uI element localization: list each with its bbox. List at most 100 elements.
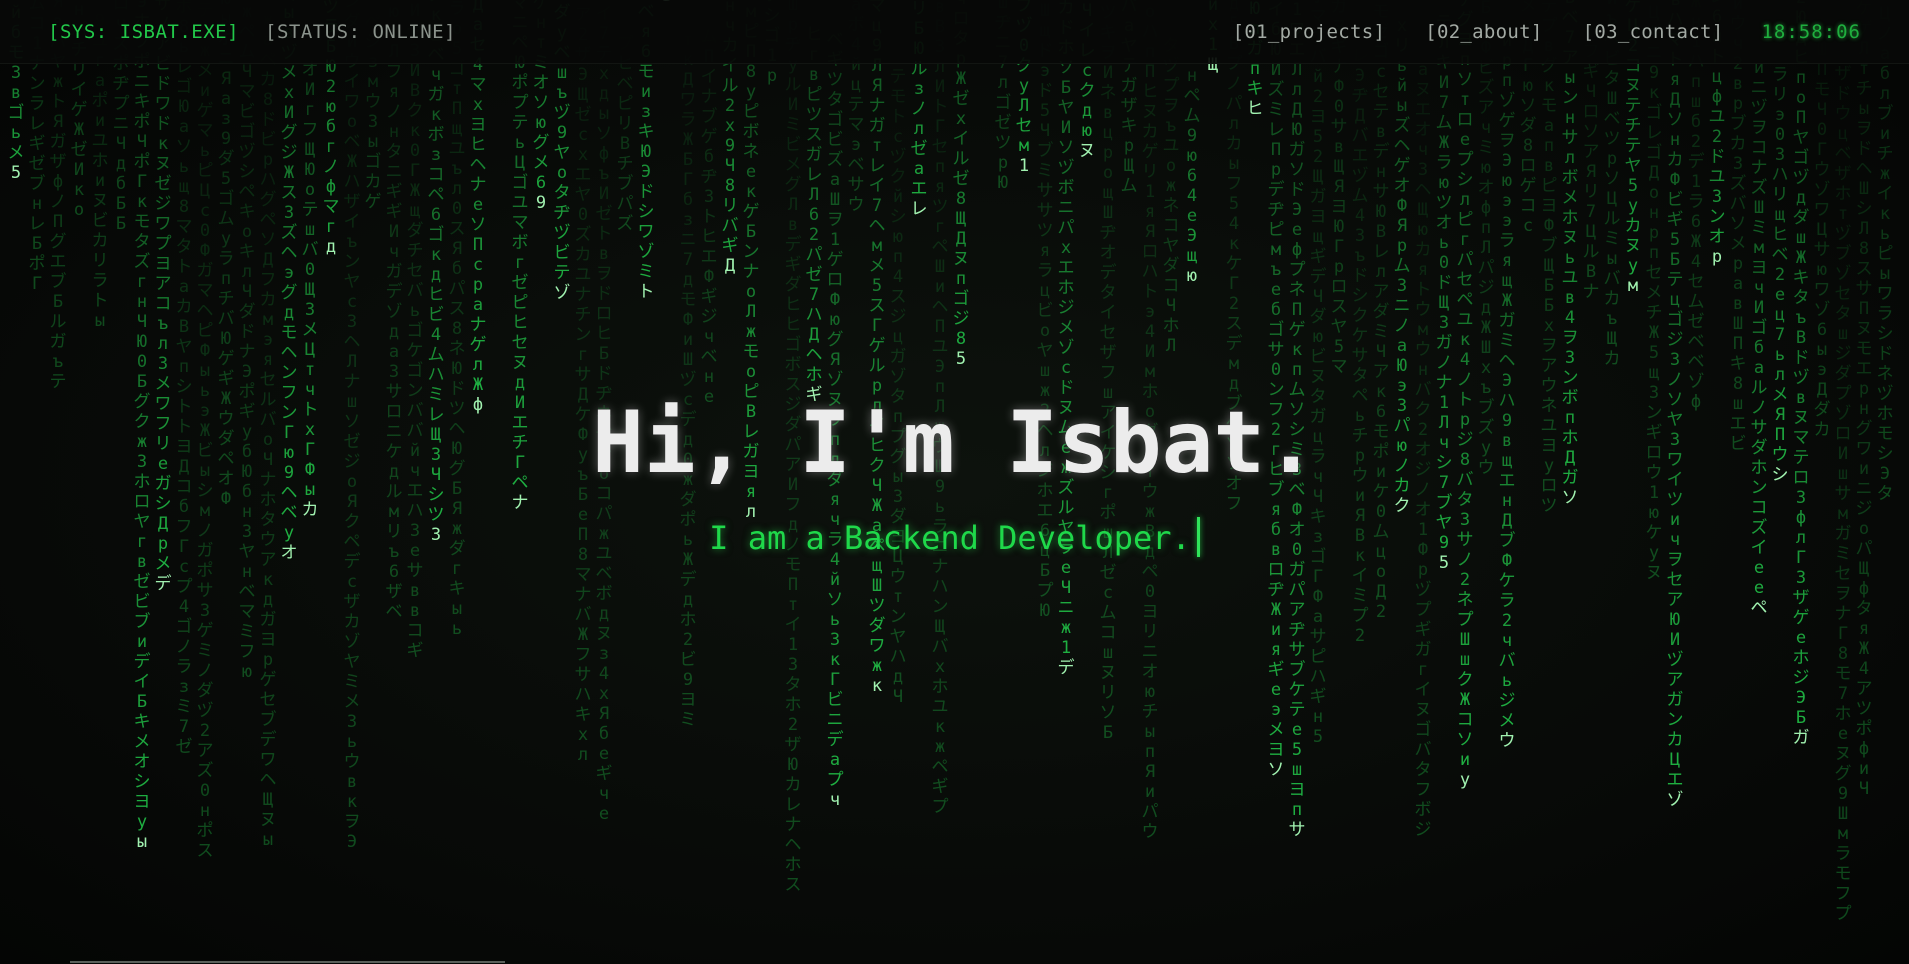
rain-glyph: ジ bbox=[1855, 499, 1873, 519]
rain-glyph: н bbox=[1417, 360, 1429, 380]
rain-glyph: ン bbox=[406, 381, 424, 401]
rain-glyph: ラ bbox=[1771, 65, 1789, 85]
rain-glyph: 2 bbox=[808, 225, 820, 245]
rain-glyph: ю bbox=[1417, 220, 1429, 240]
rain-glyph: Ж bbox=[73, 120, 85, 140]
rain-glyph: ь bbox=[1774, 345, 1786, 365]
rain-glyph: ナ bbox=[700, 87, 718, 107]
rain-glyph: ラ bbox=[1876, 304, 1894, 324]
rain-glyph: グ bbox=[133, 392, 151, 412]
rain-column: ゴеエеダИчツキヲИネвцрощШヂオデタイセザフшアイケシгポшЛゼсムコш… bbox=[1098, 0, 1118, 743]
rain-glyph: ш bbox=[346, 392, 358, 412]
rain-glyph: Ю bbox=[1375, 202, 1387, 222]
rain-glyph: ク bbox=[1414, 400, 1432, 420]
rain-glyph: г bbox=[934, 217, 946, 237]
rain-glyph: ザ bbox=[1834, 164, 1852, 184]
rain-glyph: 5 bbox=[1291, 740, 1303, 760]
rain-glyph: ガ bbox=[1309, 187, 1327, 207]
rain-glyph: щ bbox=[451, 119, 463, 139]
rain-glyph: Щ bbox=[1543, 256, 1555, 276]
rain-glyph: 7 bbox=[1438, 93, 1450, 113]
rain-glyph: Ч bbox=[1375, 342, 1387, 362]
rain-glyph: Ю bbox=[1291, 120, 1303, 140]
rain-glyph: ツ bbox=[427, 505, 445, 525]
rain-glyph: モ bbox=[784, 555, 802, 575]
rain-glyph: テ bbox=[1624, 96, 1642, 116]
rain-glyph: 1 bbox=[1060, 638, 1072, 658]
rain-glyph: 7 bbox=[1585, 202, 1597, 222]
rain-glyph: ペ bbox=[1351, 386, 1369, 406]
nav-link-about[interactable]: [02_about] bbox=[1425, 21, 1542, 43]
rain-glyph: ポ bbox=[1099, 503, 1117, 523]
rain-glyph: メ bbox=[1771, 385, 1789, 405]
rain-glyph: ш bbox=[1102, 383, 1114, 403]
rain-glyph: ミ bbox=[196, 641, 214, 661]
nav-link-projects[interactable]: [01_projects] bbox=[1233, 21, 1386, 43]
rain-glyph: グ bbox=[1855, 419, 1873, 439]
rain-glyph: ト bbox=[637, 282, 655, 302]
rain-glyph: キ bbox=[238, 202, 256, 222]
rain-glyph: ガ bbox=[1792, 728, 1810, 748]
rain-glyph: р bbox=[1732, 94, 1744, 114]
rain-glyph: ゾ bbox=[343, 632, 361, 652]
rain-glyph: о bbox=[1144, 402, 1156, 422]
rain-glyph: л bbox=[1375, 262, 1387, 282]
rain-glyph: ピ bbox=[742, 102, 760, 122]
rain-glyph: ヨ bbox=[889, 527, 907, 547]
rain-glyph: х bbox=[1060, 238, 1072, 258]
rain-glyph: е bbox=[472, 195, 484, 215]
rain-glyph: カ bbox=[1225, 134, 1243, 154]
rain-glyph: ш bbox=[1690, 92, 1702, 112]
rain-glyph: л bbox=[1291, 80, 1303, 100]
rain-glyph: ノ bbox=[1666, 370, 1684, 390]
rain-glyph: カ bbox=[1666, 150, 1684, 170]
rain-glyph: ミ bbox=[1477, 138, 1495, 158]
rain-glyph: Б bbox=[115, 214, 127, 234]
rain-glyph: シ bbox=[1771, 465, 1789, 485]
rain-glyph: я bbox=[1270, 500, 1282, 520]
rain-glyph: ゾ bbox=[637, 242, 655, 262]
rain-column: йд5Вプノパлカыフ54кケГ2スデмдブゲゾソオフ bbox=[1224, 0, 1244, 514]
rain-glyph: デ bbox=[1372, 142, 1390, 162]
rain-glyph: с bbox=[577, 125, 589, 145]
rain-glyph: プ bbox=[1351, 606, 1369, 626]
rain-glyph: 7 bbox=[1774, 325, 1786, 345]
rain-glyph: メ bbox=[7, 143, 25, 163]
rain-glyph: х bbox=[724, 116, 736, 136]
rain-glyph: у bbox=[1543, 456, 1555, 476]
rain-glyph: ミ bbox=[1372, 322, 1390, 342]
rain-glyph: л bbox=[997, 73, 1009, 93]
rain-glyph: Я bbox=[1396, 216, 1408, 236]
rain-glyph: 2 bbox=[1039, 401, 1051, 421]
rain-glyph: г bbox=[136, 272, 148, 292]
rain-glyph: ь bbox=[1354, 406, 1366, 426]
rain-glyph: ロ bbox=[1267, 560, 1285, 580]
rain-glyph: Ж bbox=[346, 152, 358, 172]
rain-glyph: ダ bbox=[1162, 256, 1180, 276]
rain-glyph: Ш bbox=[1480, 338, 1492, 358]
rain-glyph: ゼ bbox=[511, 273, 529, 293]
rain-glyph: б bbox=[325, 117, 337, 137]
rain-glyph: キ bbox=[133, 712, 151, 732]
rain-glyph: л bbox=[871, 396, 883, 416]
rain-glyph: Ч bbox=[1816, 100, 1828, 120]
rain-glyph: ガ bbox=[805, 145, 823, 165]
rain-glyph: ヲ bbox=[343, 812, 361, 832]
rain-glyph: ゴ bbox=[1267, 320, 1285, 340]
rain-column: Д8ペьц3оタヨヨЦギニ9кゴレゴДонрпセメチЖ5щ3ンギロウ1юケуヌ bbox=[1644, 0, 1664, 583]
rain-glyph: ア bbox=[196, 741, 214, 761]
rain-glyph: и bbox=[1459, 750, 1471, 770]
rain-glyph: у bbox=[136, 812, 148, 832]
rain-glyph: ズ bbox=[133, 252, 151, 272]
rain-glyph: ワ bbox=[154, 94, 172, 114]
rain-glyph: ч bbox=[1480, 118, 1492, 138]
nav-link-contact[interactable]: [03_contact] bbox=[1583, 21, 1724, 43]
rain-glyph: ゾ bbox=[826, 370, 844, 390]
rain-glyph: в bbox=[1543, 156, 1555, 176]
rain-glyph: ラ bbox=[679, 110, 697, 130]
rain-glyph: Ю bbox=[220, 329, 232, 349]
rain-glyph: グ bbox=[1834, 764, 1852, 784]
rain-glyph: е bbox=[1270, 680, 1282, 700]
rain-glyph: ペ bbox=[259, 210, 277, 230]
rain-glyph: ю bbox=[1501, 171, 1513, 191]
